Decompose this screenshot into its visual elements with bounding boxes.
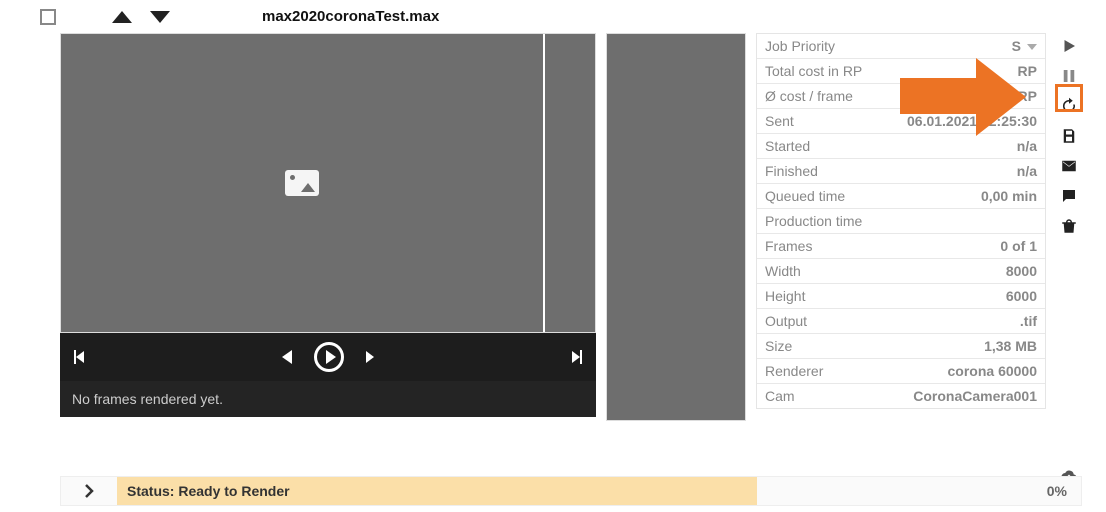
info-value: 0 of 1: [1000, 238, 1037, 254]
info-value: 0,00 RP: [986, 88, 1037, 104]
status-percent: 0%: [1047, 483, 1081, 499]
info-row: Size 1,38 MB: [757, 334, 1045, 359]
info-value: 8000: [1006, 263, 1037, 279]
preview-status: No frames rendered yet.: [60, 381, 596, 417]
info-value: 06.01.2021 12:25:30: [907, 113, 1037, 129]
info-label: Cam: [765, 388, 795, 404]
info-label: Output: [765, 313, 807, 329]
arrow-down-icon[interactable]: [150, 11, 170, 23]
info-row: Width 8000: [757, 259, 1045, 284]
action-toolbar: [1056, 33, 1082, 487]
arrow-up-icon[interactable]: [112, 11, 132, 23]
info-label: Job Priority: [765, 38, 835, 54]
mail-action-icon[interactable]: [1058, 155, 1080, 177]
refresh-action-icon[interactable]: [1058, 95, 1080, 117]
info-label: Renderer: [765, 363, 823, 379]
info-label: Finished: [765, 163, 818, 179]
info-label: Production time: [765, 213, 862, 229]
delete-action-icon[interactable]: [1058, 215, 1080, 237]
info-label: Started: [765, 138, 810, 154]
info-label: Total cost in RP: [765, 63, 862, 79]
info-label: Frames: [765, 238, 812, 254]
info-value: corona 60000: [948, 363, 1038, 379]
prev-frame-icon[interactable]: [282, 350, 292, 364]
chat-action-icon[interactable]: [1058, 185, 1080, 207]
info-value: CoronaCamera001: [913, 388, 1037, 404]
player-bar: [60, 333, 596, 381]
preview-column: No frames rendered yet.: [60, 33, 596, 487]
info-row: Cam CoronaCamera001: [757, 384, 1045, 408]
info-value: n/a: [1017, 163, 1037, 179]
header-row: max2020coronaTest.max: [0, 0, 1106, 33]
info-row: Renderer corona 60000: [757, 359, 1045, 384]
thumbnail-strip: [606, 33, 746, 421]
pause-action-icon[interactable]: [1058, 65, 1080, 87]
info-label: Ø cost / frame: [765, 88, 853, 104]
info-row: Finished n/a: [757, 159, 1045, 184]
preview-side-strip: [543, 34, 595, 332]
image-placeholder-icon: [285, 170, 319, 196]
info-value: RP: [1018, 63, 1037, 79]
job-filename: max2020coronaTest.max: [262, 8, 439, 25]
info-value: .tif: [1020, 313, 1037, 329]
preview-box: [60, 33, 596, 333]
job-info-panel: Job Priority S Total cost in RP RP Ø cost / …: [756, 33, 1046, 409]
info-row: Ø cost / frame 0,00 RP: [757, 84, 1045, 109]
skip-last-icon[interactable]: [572, 350, 582, 364]
info-value: 0,00 min: [981, 188, 1037, 204]
info-label: Queued time: [765, 188, 845, 204]
sort-arrows: [112, 11, 170, 23]
info-value: S: [1012, 38, 1037, 54]
next-frame-icon[interactable]: [366, 351, 374, 363]
info-row: Height 6000: [757, 284, 1045, 309]
info-label: Height: [765, 288, 805, 304]
status-expand-icon[interactable]: [61, 477, 117, 505]
info-label: Sent: [765, 113, 794, 129]
info-value: 6000: [1006, 288, 1037, 304]
play-action-icon[interactable]: [1058, 35, 1080, 57]
info-row: Started n/a: [757, 134, 1045, 159]
info-label: Width: [765, 263, 801, 279]
info-row: Total cost in RP RP: [757, 59, 1045, 84]
status-bar: Status: Ready to Render 0%: [60, 476, 1082, 506]
dropdown-icon[interactable]: [1027, 44, 1037, 50]
info-value: 1,38 MB: [984, 338, 1037, 354]
select-checkbox[interactable]: [40, 9, 56, 25]
info-row: Production time: [757, 209, 1045, 234]
info-value: n/a: [1017, 138, 1037, 154]
info-row: Output .tif: [757, 309, 1045, 334]
play-button[interactable]: [314, 342, 344, 372]
save-action-icon[interactable]: [1058, 125, 1080, 147]
info-row[interactable]: Job Priority S: [757, 34, 1045, 59]
skip-first-icon[interactable]: [74, 350, 84, 364]
status-text: Status: Ready to Render: [117, 477, 757, 505]
info-row: Sent 06.01.2021 12:25:30: [757, 109, 1045, 134]
info-label: Size: [765, 338, 792, 354]
info-row: Queued time 0,00 min: [757, 184, 1045, 209]
info-row: Frames 0 of 1: [757, 234, 1045, 259]
